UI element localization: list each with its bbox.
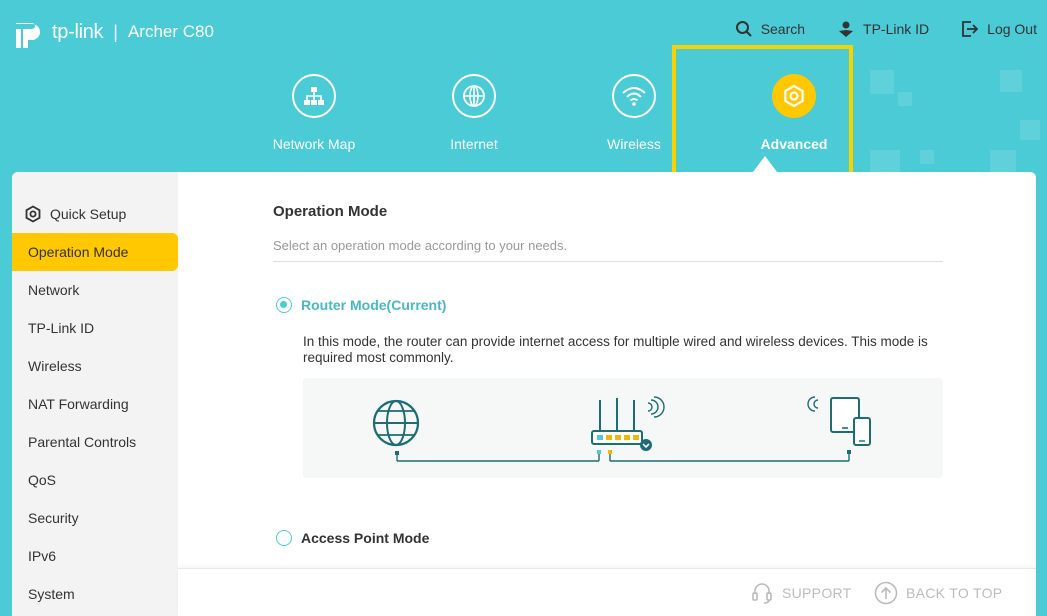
sidebar: Quick Setup Operation Mode Network TP-Li…	[12, 172, 178, 616]
decor	[1000, 70, 1022, 92]
headset-icon	[752, 583, 772, 604]
sidebar-item-label: Wireless	[28, 358, 82, 374]
sidebar-item-label: NAT Forwarding	[28, 396, 129, 412]
tab-label: Wireless	[607, 136, 661, 152]
sidebar-item-label: IPv6	[28, 548, 57, 564]
back-to-top-label: BACK TO TOP	[906, 585, 1003, 601]
decor	[920, 150, 934, 164]
tab-label: Network Map	[272, 136, 356, 152]
connection-lines	[395, 450, 851, 462]
support-link[interactable]: SUPPORT	[750, 581, 852, 605]
sidebar-item-label: System	[28, 586, 75, 602]
model-name: Archer C80	[127, 22, 214, 41]
decor	[1020, 120, 1040, 140]
tplink-id-link[interactable]: TP-Link ID	[837, 20, 929, 38]
sidebar-item-operation-mode[interactable]: Operation Mode	[12, 233, 178, 271]
search-link[interactable]: Search	[735, 20, 805, 38]
search-label: Search	[760, 21, 806, 37]
access-point-mode-option[interactable]: Access Point Mode	[276, 530, 429, 546]
gear-icon	[25, 205, 41, 223]
sidebar-item-network[interactable]: Network	[12, 271, 178, 309]
sidebar-item-quick-setup[interactable]: Quick Setup	[12, 195, 178, 233]
router-mode-label: Router Mode(Current)	[301, 297, 447, 313]
brand-name: tp-link	[52, 20, 104, 43]
arrow-up-circle-icon	[874, 581, 898, 605]
brand-logo[interactable]: tp-link | Archer C80	[12, 14, 214, 50]
sidebar-item-label: Security	[28, 510, 79, 526]
router-icon	[591, 396, 665, 451]
sidebar-item-parental-controls[interactable]: Parental Controls	[12, 423, 178, 461]
decor	[898, 92, 912, 106]
sidebar-item-label: Parental Controls	[28, 434, 137, 450]
sidebar-item-label: TP-Link ID	[28, 320, 95, 336]
logout-label: Log Out	[987, 21, 1037, 37]
access-point-mode-label: Access Point Mode	[301, 530, 430, 546]
decor	[870, 150, 900, 174]
router-mode-radio[interactable]	[276, 297, 292, 313]
sidebar-item-label: Quick Setup	[50, 206, 127, 222]
sidebar-item-system[interactable]: System	[12, 575, 178, 613]
devices-icon	[807, 396, 871, 446]
globe-icon	[372, 399, 420, 447]
sidebar-item-ipv6[interactable]: IPv6	[12, 537, 178, 575]
router-mode-description: In this mode, the router can provide int…	[303, 334, 928, 365]
network-map-icon	[292, 74, 336, 118]
sidebar-item-label: Network	[28, 282, 80, 298]
router-mode-diagram	[303, 378, 943, 478]
divider	[273, 261, 943, 262]
logout-link[interactable]: Log Out	[961, 20, 1037, 38]
tab-network-map[interactable]: Network Map	[234, 74, 394, 152]
top-links: Search TP-Link ID Log Out	[703, 20, 1037, 38]
support-label: SUPPORT	[782, 585, 852, 601]
sidebar-item-tplink-id[interactable]: TP-Link ID	[12, 309, 178, 347]
globe-icon	[452, 74, 496, 118]
tplink-id-label: TP-Link ID	[863, 21, 930, 37]
active-tab-caret	[753, 156, 777, 172]
footer: SUPPORT BACK TO TOP	[178, 568, 1036, 616]
brand-separator: |	[113, 21, 118, 42]
sidebar-item-nat-forwarding[interactable]: NAT Forwarding	[12, 385, 178, 423]
sidebar-item-security[interactable]: Security	[12, 499, 178, 537]
content-area: Operation Mode Select an operation mode …	[178, 172, 1036, 616]
search-icon	[735, 21, 752, 37]
decor	[990, 150, 1016, 172]
main-panel: Quick Setup Operation Mode Network TP-Li…	[12, 172, 1036, 616]
wifi-icon	[612, 74, 656, 118]
tab-label: Internet	[450, 136, 498, 152]
tp-link-logo-icon	[12, 14, 48, 50]
logout-icon	[962, 21, 979, 37]
access-point-mode-radio[interactable]	[276, 530, 292, 546]
page-title: Operation Mode	[273, 203, 388, 220]
user-icon	[839, 21, 854, 37]
sidebar-item-label: QoS	[28, 472, 57, 488]
tab-internet[interactable]: Internet	[394, 74, 554, 152]
sidebar-item-label: Operation Mode	[28, 244, 129, 260]
router-mode-option[interactable]: Router Mode(Current)	[276, 297, 446, 313]
sidebar-item-qos[interactable]: QoS	[12, 461, 178, 499]
back-to-top-link[interactable]: BACK TO TOP	[874, 581, 1002, 605]
sidebar-item-wireless[interactable]: Wireless	[12, 347, 178, 385]
page-subtitle: Select an operation mode according to yo…	[273, 238, 568, 253]
